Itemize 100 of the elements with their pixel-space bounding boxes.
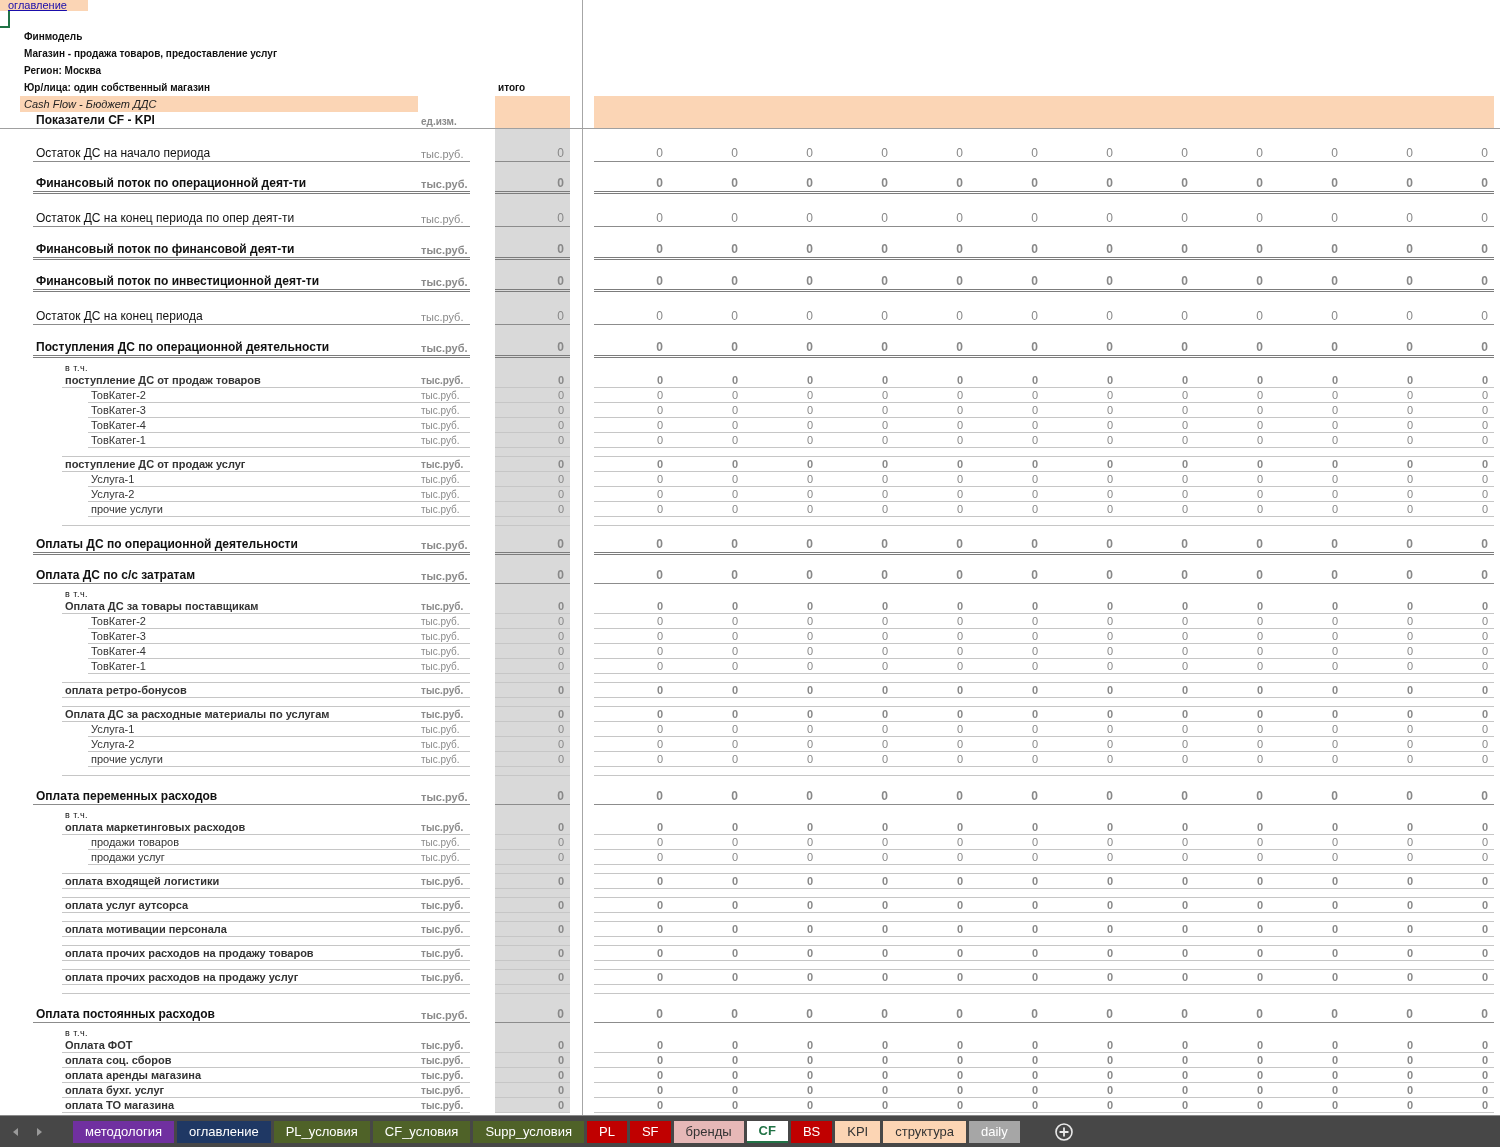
- month-value: 0: [1480, 946, 1489, 960]
- sheet-tab[interactable]: KPI: [835, 1120, 881, 1143]
- month-value: 0: [730, 835, 739, 849]
- month-value: 0: [1405, 752, 1414, 766]
- sheet-tab[interactable]: Supp_условия: [473, 1120, 584, 1143]
- month-value: 0: [880, 1083, 889, 1097]
- month-value: 0: [1405, 433, 1414, 447]
- sheet-tab[interactable]: BS: [790, 1120, 833, 1143]
- month-value: 0: [1330, 1053, 1339, 1067]
- month-value: 0: [880, 874, 889, 888]
- month-value: 0: [1030, 1083, 1039, 1097]
- month-value: 0: [1105, 599, 1114, 613]
- month-value: 0: [655, 707, 664, 721]
- month-value: 0: [1180, 373, 1189, 387]
- month-value: 0: [1030, 970, 1039, 984]
- month-value: 0: [805, 502, 814, 516]
- month-value: 0: [880, 970, 889, 984]
- month-value: 0: [1180, 644, 1189, 658]
- month-value: 0: [1180, 457, 1189, 471]
- month-value: 0: [1105, 788, 1114, 804]
- month-value: 0: [805, 707, 814, 721]
- month-value: 0: [880, 388, 889, 402]
- month-value: 0: [1330, 722, 1339, 736]
- month-value: 0: [655, 536, 664, 552]
- sheet-tab[interactable]: методология: [73, 1120, 175, 1143]
- month-value: 0: [1105, 970, 1114, 984]
- row-label: прочие услуги: [91, 752, 164, 765]
- month-value: 0: [1105, 1038, 1114, 1052]
- month-value: 0: [1480, 922, 1489, 936]
- month-value: 0: [1030, 707, 1039, 721]
- month-value: 0: [805, 599, 814, 613]
- month-value: 0: [655, 1068, 664, 1082]
- month-value: 0: [1255, 599, 1264, 613]
- month-value: 0: [655, 788, 664, 804]
- unit-label: тыс.руб.: [421, 488, 461, 500]
- month-value: 0: [805, 418, 814, 432]
- month-value: 0: [1405, 145, 1414, 161]
- month-value: 0: [1330, 850, 1339, 864]
- sheet-tab[interactable]: оглавление: [177, 1120, 271, 1143]
- add-sheet-icon[interactable]: [1053, 1121, 1074, 1142]
- month-value: 0: [1030, 683, 1039, 697]
- month-value: 0: [880, 567, 889, 583]
- row-label: Остаток ДС на конец периода: [36, 309, 204, 324]
- month-value: 0: [880, 1038, 889, 1052]
- month-value: 0: [880, 502, 889, 516]
- month-value: 0: [730, 457, 739, 471]
- month-value: 0: [730, 241, 739, 257]
- total-cell: 0: [495, 194, 570, 228]
- month-value: 0: [730, 614, 739, 628]
- month-value: 0: [1105, 274, 1114, 290]
- month-value: 0: [1180, 820, 1189, 834]
- month-value: 0: [655, 472, 664, 486]
- sheet-tab[interactable]: бренды: [673, 1120, 744, 1143]
- month-value: 0: [1105, 472, 1114, 486]
- row-label: Услуга-2: [91, 487, 136, 500]
- month-value: 0: [1030, 457, 1039, 471]
- month-value: 0: [1405, 567, 1414, 583]
- sheet-tab[interactable]: структура: [883, 1120, 966, 1143]
- month-value: 0: [1330, 946, 1339, 960]
- month-value: 0: [805, 644, 814, 658]
- month-value: 0: [730, 339, 739, 355]
- month-value: 0: [1330, 683, 1339, 697]
- month-value: 0: [1255, 614, 1264, 628]
- month-value: 0: [805, 403, 814, 417]
- sheet-tab[interactable]: SF: [629, 1120, 671, 1143]
- unit-label: тыс.руб.: [421, 836, 461, 848]
- sheet-tab[interactable]: CF: [746, 1120, 788, 1143]
- month-value: 0: [1105, 403, 1114, 417]
- month-value: 0: [805, 970, 814, 984]
- month-value: 0: [1330, 788, 1339, 804]
- sheet-tab[interactable]: PL: [587, 1120, 627, 1143]
- sheet-tab[interactable]: PL_условия: [273, 1120, 370, 1143]
- month-value: 0: [1180, 567, 1189, 583]
- month-value: 0: [1105, 1006, 1114, 1022]
- month-value: 0: [955, 1068, 964, 1082]
- month-value: 0: [730, 599, 739, 613]
- month-value: 0: [805, 1006, 814, 1022]
- month-value: 0: [880, 898, 889, 912]
- sheet-tab[interactable]: CF_условия: [372, 1120, 471, 1143]
- toc-link[interactable]: оглавление: [0, 0, 88, 11]
- month-value: 0: [955, 722, 964, 736]
- month-value: 0: [1180, 241, 1189, 257]
- total-cell: 0: [495, 292, 570, 326]
- month-value: 0: [1105, 418, 1114, 432]
- month-value: 0: [1480, 970, 1489, 984]
- month-value: 0: [955, 339, 964, 355]
- month-value: 0: [1330, 644, 1339, 658]
- month-value: 0: [1030, 241, 1039, 257]
- unit-label: тыс.руб.: [421, 419, 461, 431]
- month-value: 0: [655, 1083, 664, 1097]
- month-value: 0: [1255, 659, 1264, 673]
- month-value: 0: [655, 820, 664, 834]
- total-cell: 0: [495, 227, 570, 260]
- unit-label: тыс.руб.: [421, 923, 465, 935]
- month-value: 0: [805, 946, 814, 960]
- month-value: 0: [1030, 722, 1039, 736]
- month-value: 0: [1255, 629, 1264, 643]
- month-value: 0: [1180, 1098, 1189, 1112]
- month-value: 0: [1330, 373, 1339, 387]
- month-value: 0: [1480, 241, 1489, 257]
